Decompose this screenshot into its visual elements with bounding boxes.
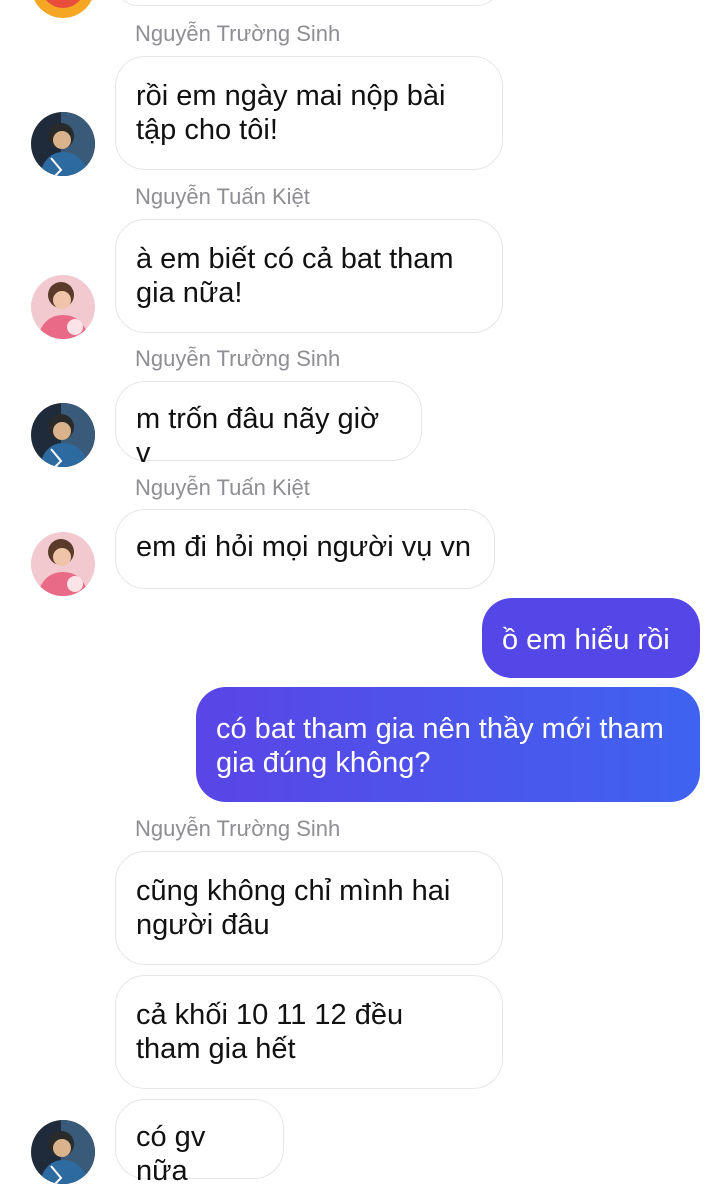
avatar-sinh-icon[interactable]: [31, 112, 95, 176]
chat-thread[interactable]: Nguyễn Trường Sinh rồi em ngày mai nộp b…: [0, 0, 720, 1198]
message-bubble-incoming[interactable]: em đi hỏi mọi người vụ vn: [115, 509, 495, 589]
avatar-partial[interactable]: [31, 0, 95, 18]
avatar-kiet-icon[interactable]: [31, 532, 95, 596]
message-bubble-incoming[interactable]: m trốn đâu nãy giờ v: [115, 381, 422, 469]
message-bubble-outgoing[interactable]: ồ em hiểu rồi: [482, 598, 700, 678]
sender-name: Nguyễn Trường Sinh: [135, 21, 341, 46]
message-bubble-partial[interactable]: [115, 0, 500, 6]
message-bubble-incoming[interactable]: cả khối 10 11 12 đều tham gia hết: [115, 975, 503, 1089]
sender-name: Nguyễn Tuấn Kiệt: [135, 184, 310, 209]
avatar-sinh-icon[interactable]: [31, 403, 95, 467]
avatar-kiet-icon[interactable]: [31, 275, 95, 339]
message-bubble-incoming[interactable]: có gv nữa: [115, 1099, 284, 1187]
message-bubble-incoming[interactable]: rồi em ngày mai nộp bài tập cho tôi!: [115, 56, 503, 170]
sender-name: Nguyễn Trường Sinh: [135, 346, 341, 371]
sender-name: Nguyễn Trường Sinh: [135, 816, 341, 841]
message-bubble-outgoing[interactable]: có bat tham gia nên thầy mới tham gia đú…: [196, 687, 700, 802]
message-bubble-incoming[interactable]: cũng không chỉ mình hai người đâu: [115, 851, 503, 965]
avatar-sinh-icon[interactable]: [31, 1120, 95, 1184]
message-bubble-incoming[interactable]: à em biết có cả bat tham gia nữa!: [115, 219, 503, 333]
sender-name: Nguyễn Tuấn Kiệt: [135, 475, 310, 500]
